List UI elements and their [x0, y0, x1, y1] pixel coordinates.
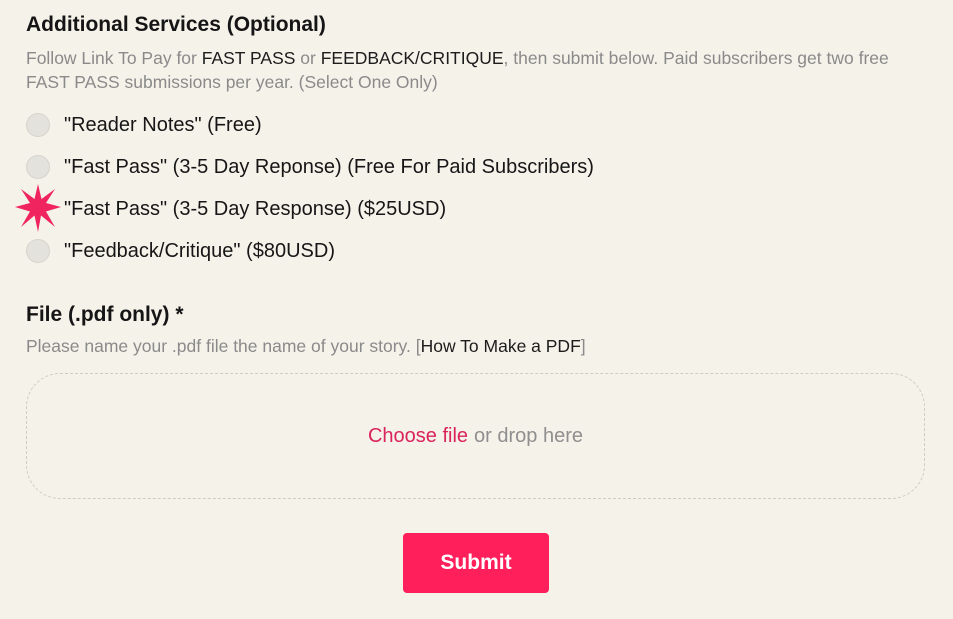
file-title: File (.pdf only) * — [26, 303, 184, 326]
help-text-2: or — [295, 48, 321, 68]
file-help-suffix: ] — [580, 336, 586, 356]
radio-reader-notes[interactable] — [26, 113, 50, 137]
service-options: "Reader Notes" (Free) "Fast Pass" (3-5 D… — [15, 104, 925, 272]
radio-fast-pass-free[interactable] — [26, 155, 50, 179]
help-text-1: Follow Link To Pay for — [26, 48, 202, 68]
file-help-prefix: Please name your .pdf file the name of y… — [26, 336, 421, 356]
file-section: File (.pdf only) * Please name your .pdf… — [26, 300, 925, 358]
radio-feedback-critique[interactable] — [26, 239, 50, 263]
additional-services-title: Additional Services (Optional) — [26, 13, 326, 36]
fast-pass-link[interactable]: FAST PASS — [202, 48, 296, 68]
option-label: "Fast Pass" (3-5 Day Response) ($25USD) — [64, 197, 447, 220]
option-fast-pass-free[interactable]: "Fast Pass" (3-5 Day Reponse) (Free For … — [26, 146, 925, 188]
choose-file-link[interactable]: Choose file — [368, 425, 468, 448]
option-fast-pass-paid[interactable]: "Fast Pass" (3-5 Day Response) ($25USD) — [15, 184, 925, 232]
file-help: Please name your .pdf file the name of y… — [26, 334, 925, 358]
submit-button[interactable]: Submit — [403, 533, 549, 593]
file-dropzone[interactable]: Choose file or drop here — [26, 373, 925, 499]
option-label: "Reader Notes" (Free) — [64, 113, 262, 136]
drop-here-text: or drop here — [474, 424, 584, 447]
option-label: "Fast Pass" (3-5 Day Reponse) (Free For … — [64, 155, 594, 178]
feedback-critique-link[interactable]: FEEDBACK/CRITIQUE — [321, 48, 504, 68]
additional-services-section: Additional Services (Optional) Follow Li… — [15, 10, 925, 272]
additional-services-help: Follow Link To Pay for FAST PASS or FEED… — [26, 46, 925, 94]
radio-fast-pass-paid[interactable] — [15, 184, 61, 232]
option-label: "Feedback/Critique" ($80USD) — [64, 239, 335, 262]
how-to-make-pdf-link[interactable]: How To Make a PDF — [421, 336, 581, 356]
starburst-selected-icon — [15, 184, 61, 232]
option-reader-notes[interactable]: "Reader Notes" (Free) — [26, 104, 925, 146]
option-feedback-critique[interactable]: "Feedback/Critique" ($80USD) — [26, 230, 925, 272]
